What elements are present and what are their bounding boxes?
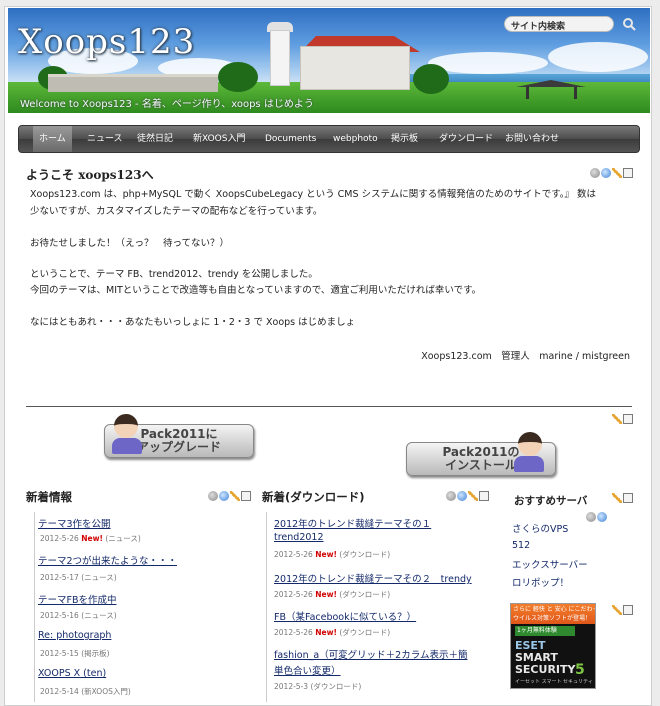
news-item-meta: 2012-5-15 (掲示板) bbox=[40, 649, 110, 658]
download-item-link[interactable]: FB（某Facebookに似ている？） bbox=[274, 609, 416, 624]
globe-icon[interactable] bbox=[457, 491, 467, 501]
nav-item-download[interactable]: ダウンロード bbox=[433, 126, 499, 152]
mascot-icon bbox=[114, 414, 138, 438]
download-item-meta: 2012-5-26 New! (ダウンロード) bbox=[274, 590, 391, 599]
download-item-link[interactable]: 2012年のトレンド裁縫テーマその２ trendy bbox=[274, 571, 472, 586]
search-icon[interactable] bbox=[622, 17, 636, 31]
page: Xoops123 Welcome to Xoops123 - 名着、ページ作り、… bbox=[0, 0, 660, 706]
download-item-meta: 2012-5-26 New! (ダウンロード) bbox=[274, 550, 391, 559]
block-tools bbox=[586, 512, 608, 524]
news-item-meta: 2012-5-16 (ニュース) bbox=[40, 611, 117, 620]
welcome-title: ようこそ xoops123へ bbox=[26, 168, 154, 182]
gear-icon[interactable] bbox=[208, 491, 218, 501]
main-nav: ホーム ニュース 徒然日記 新XOOS入門 Documents webphoto… bbox=[18, 125, 640, 153]
server-link-lolipop[interactable]: ロリポップ！ bbox=[512, 575, 569, 589]
nav-item-diary[interactable]: 徒然日記 bbox=[131, 126, 179, 152]
document-icon[interactable] bbox=[623, 168, 633, 178]
document-icon[interactable] bbox=[623, 414, 633, 424]
eset-ad-fine: イーセット スマート セキュリティ bbox=[515, 679, 593, 685]
block-tools bbox=[612, 605, 634, 617]
welcome-line: 少ないですが、カスタマイズしたテーマの配布などを行っています。 bbox=[30, 206, 323, 217]
mascot-icon bbox=[518, 432, 542, 456]
edit-icon[interactable] bbox=[612, 493, 622, 503]
upgrade-banner[interactable]: Pack2011に アップグレード bbox=[104, 414, 264, 462]
eset-ad-brand: ESET bbox=[515, 639, 546, 652]
news-item-meta: 2012-5-26 New! (ニュース) bbox=[40, 534, 141, 543]
document-icon[interactable] bbox=[623, 493, 633, 503]
downloads-title: 新着(ダウンロード) bbox=[262, 490, 365, 504]
signature: Xoops123.com 管理人 marine / mistgreen bbox=[421, 351, 630, 362]
block-tools bbox=[612, 493, 634, 505]
edit-icon[interactable] bbox=[230, 491, 240, 501]
nav-item-news[interactable]: ニュース bbox=[81, 126, 129, 152]
site-tagline: Welcome to Xoops123 - 名着、ページ作り、xoops はじめ… bbox=[20, 99, 314, 110]
download-item-link[interactable]: 2012年のトレンド裁縫テーマその１ bbox=[274, 516, 431, 531]
welcome-line: Xoops123.com は、php+MySQL で動く XoopsCubeLe… bbox=[30, 189, 597, 200]
nav-item-new-xoops[interactable]: 新XOOS入門 bbox=[187, 126, 251, 152]
gear-icon[interactable] bbox=[590, 168, 600, 178]
eset-ad-smart: SMART bbox=[515, 651, 558, 664]
news-title: 新着情報 bbox=[26, 490, 72, 504]
eset-ad-version: 5 bbox=[575, 662, 585, 678]
install-banner[interactable]: Pack2011の インストール bbox=[406, 432, 566, 480]
nav-item-webphoto[interactable]: webphoto bbox=[327, 126, 384, 152]
news-item-link[interactable]: テーマ3作を公開 bbox=[38, 516, 111, 531]
edit-icon[interactable] bbox=[612, 605, 622, 615]
block-tools bbox=[590, 168, 634, 180]
eset-ad-band: さらに 軽快 と 安心 にこだわった ウイルス対策ソフトが登場！ bbox=[511, 604, 595, 624]
download-item-link[interactable]: trend2012 bbox=[274, 532, 324, 544]
block-tools bbox=[612, 414, 634, 426]
site-title[interactable]: Xoops123 bbox=[18, 22, 195, 62]
download-item-link[interactable]: 単色合い変更） bbox=[274, 663, 341, 678]
news-item-link[interactable]: テーマ2つが出来たような・・・ bbox=[38, 553, 177, 568]
news-item-link[interactable]: テーマFBを作成中 bbox=[38, 592, 116, 607]
eset-ad-trial: 1ヶ月無料体験 bbox=[515, 626, 575, 636]
nav-item-bbs[interactable]: 掲示板 bbox=[385, 126, 424, 152]
divider bbox=[26, 406, 632, 407]
server-link-sakura[interactable]: さくらのVPS bbox=[512, 521, 568, 535]
search-input[interactable]: サイト内検索 bbox=[504, 16, 614, 32]
server-link-xserver[interactable]: エックスサーバー bbox=[512, 557, 588, 571]
globe-icon[interactable] bbox=[597, 512, 607, 522]
welcome-line: ということで、テーマ FB、trend2012、trendy を公開しました。 bbox=[30, 269, 318, 280]
gear-icon[interactable] bbox=[446, 491, 456, 501]
server-link-512[interactable]: 512 bbox=[512, 540, 530, 551]
nav-item-home[interactable]: ホーム bbox=[33, 126, 72, 152]
document-icon[interactable] bbox=[479, 491, 489, 501]
document-icon[interactable] bbox=[241, 491, 251, 501]
gear-icon[interactable] bbox=[586, 512, 596, 522]
nav-item-contact[interactable]: お問い合わせ bbox=[499, 126, 565, 152]
news-item-link[interactable]: Re: photograph bbox=[38, 630, 111, 642]
edit-icon[interactable] bbox=[612, 414, 622, 424]
news-item-link[interactable]: XOOPS X (ten) bbox=[38, 668, 106, 680]
download-item-meta: 2012-5-3 (ダウンロード) bbox=[274, 682, 362, 691]
globe-icon[interactable] bbox=[601, 168, 611, 178]
block-tools bbox=[208, 491, 252, 503]
download-item-meta: 2012-5-26 New! (ダウンロード) bbox=[274, 628, 391, 637]
edit-icon[interactable] bbox=[468, 491, 478, 501]
welcome-line: 今回のテーマは、MITということで改造等も自由となっていますので、適宜ご利用いた… bbox=[30, 285, 482, 296]
eset-ad-security: SECURITY bbox=[515, 663, 576, 676]
download-item-link[interactable]: fashion_a（可変グリッド＋2カラム表示＋簡 bbox=[274, 647, 467, 662]
block-tools bbox=[446, 491, 490, 503]
welcome-line: お待たせしました！（えっ？ 待ってない？） bbox=[30, 238, 230, 249]
edit-icon[interactable] bbox=[612, 168, 622, 178]
news-item-meta: 2012-5-17 (ニュース) bbox=[40, 573, 117, 582]
globe-icon[interactable] bbox=[219, 491, 229, 501]
eset-ad-banner[interactable]: さらに 軽快 と 安心 にこだわった ウイルス対策ソフトが登場！ 1ヶ月無料体験… bbox=[510, 603, 596, 689]
welcome-line: なにはともあれ・・・あなたもいっしょに 1・2・3 で Xoops はじめましょ bbox=[30, 317, 356, 328]
document-icon[interactable] bbox=[623, 605, 633, 615]
nav-item-documents[interactable]: Documents bbox=[259, 126, 322, 152]
news-item-meta: 2012-5-14 (新XOOS入門) bbox=[40, 687, 131, 696]
header-banner: Xoops123 Welcome to Xoops123 - 名着、ページ作り、… bbox=[8, 8, 650, 113]
servers-title: おすすめサーバ bbox=[514, 495, 588, 507]
